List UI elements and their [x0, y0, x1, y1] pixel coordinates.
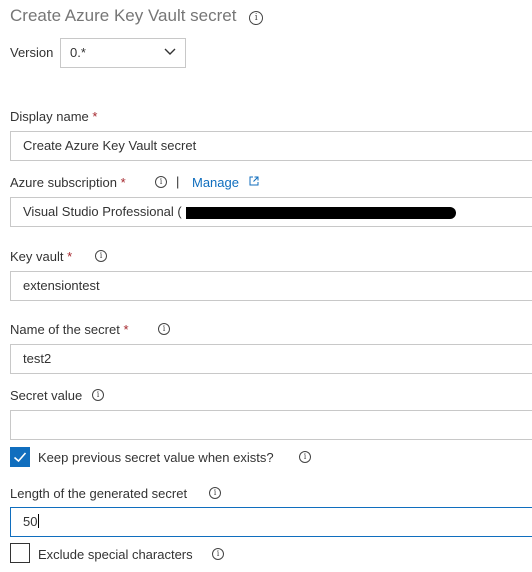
key-vault-input[interactable]: extensiontest — [10, 271, 532, 301]
checkmark-icon — [13, 452, 27, 463]
info-icon[interactable]: i — [212, 548, 224, 560]
length-value: 50 — [23, 514, 38, 529]
page-title: Create Azure Key Vault secret i — [10, 6, 264, 26]
version-label: Version — [10, 45, 54, 60]
display-name-input[interactable]: Create Azure Key Vault secret — [10, 131, 532, 161]
keep-previous-checkbox[interactable] — [10, 447, 30, 467]
subscription-value: Visual Studio Professional ( — [23, 204, 182, 219]
exclude-special-checkbox[interactable] — [10, 543, 30, 563]
info-icon[interactable]: i — [95, 250, 107, 262]
info-icon[interactable]: i — [92, 389, 104, 401]
length-input[interactable]: 50 — [10, 507, 532, 537]
info-icon[interactable]: i — [155, 176, 167, 188]
subscription-label-text: Azure subscription — [10, 175, 117, 190]
redacted-block — [186, 207, 456, 219]
secret-name-label: Name of the secret * — [10, 322, 129, 337]
exclude-special-label: Exclude special characters — [38, 547, 193, 562]
version-select[interactable]: 0.* — [60, 38, 186, 68]
info-icon[interactable]: i — [158, 323, 170, 335]
info-icon[interactable]: i — [299, 451, 311, 463]
external-link-icon[interactable] — [249, 176, 259, 186]
display-name-label-text: Display name — [10, 109, 89, 124]
manage-link[interactable]: Manage — [192, 175, 239, 190]
secret-name-label-text: Name of the secret — [10, 322, 120, 337]
secret-value-input[interactable] — [10, 410, 532, 440]
subscription-label: Azure subscription * — [10, 175, 126, 190]
required-marker: * — [123, 322, 129, 337]
text-caret — [38, 514, 40, 528]
secret-name-input[interactable]: test2 — [10, 344, 532, 374]
page-title-text: Create Azure Key Vault secret — [10, 6, 237, 25]
info-icon[interactable]: i — [249, 11, 264, 25]
required-marker: * — [92, 109, 98, 124]
required-marker: * — [120, 175, 126, 190]
key-vault-label: Key vault * — [10, 249, 72, 264]
keep-previous-label: Keep previous secret value when exists? — [38, 450, 274, 465]
required-marker: * — [67, 249, 73, 264]
chevron-down-icon — [164, 48, 176, 55]
secret-value-label: Secret value — [10, 388, 83, 403]
info-icon[interactable]: i — [209, 487, 221, 499]
separator: | — [176, 174, 180, 189]
display-name-label: Display name * — [10, 109, 97, 124]
length-label: Length of the generated secret — [10, 486, 188, 501]
version-value: 0.* — [70, 45, 86, 60]
key-vault-label-text: Key vault — [10, 249, 64, 264]
